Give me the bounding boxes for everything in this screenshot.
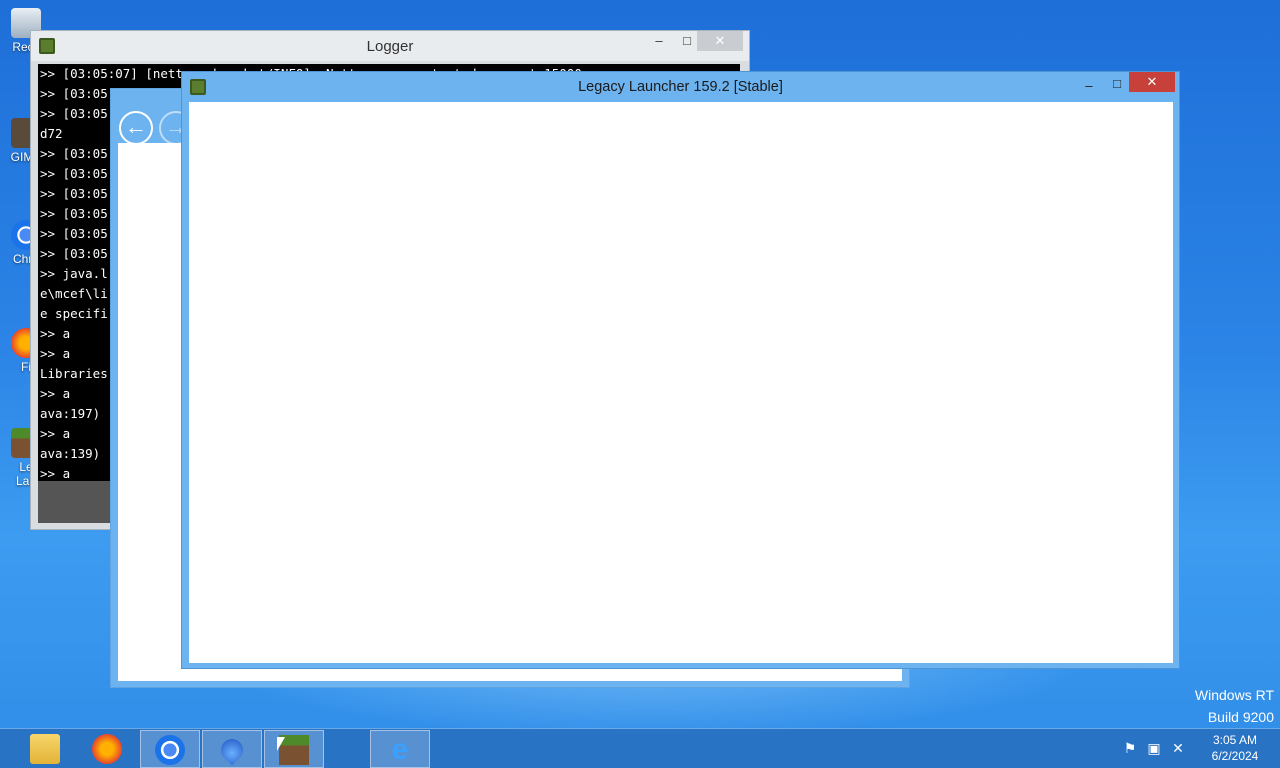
taskbar-internet-explorer[interactable]: e bbox=[370, 730, 430, 768]
folder-icon bbox=[30, 734, 60, 764]
taskbar-minecraft-launcher[interactable] bbox=[264, 730, 324, 768]
volume-muted-icon[interactable]: ✕ bbox=[1170, 740, 1186, 756]
launcher-title: Legacy Launcher 159.2 [Stable] bbox=[578, 79, 783, 95]
launcher-maximize-button[interactable]: □ bbox=[1103, 74, 1131, 94]
clock-date: 6/2/2024 bbox=[1211, 749, 1259, 763]
chrome-icon bbox=[155, 735, 185, 765]
taskbar-water-drop-app[interactable] bbox=[202, 730, 262, 768]
taskbar-firefox[interactable] bbox=[78, 730, 138, 768]
water-drop-icon bbox=[216, 734, 248, 766]
logger-titlebar[interactable]: Logger – □ ✕ bbox=[31, 31, 749, 61]
taskbar-file-explorer[interactable] bbox=[16, 730, 76, 768]
clock-time: 3:05 AM bbox=[1212, 733, 1258, 747]
network-icon[interactable]: ▣ bbox=[1146, 740, 1162, 756]
launcher-content-area[interactable] bbox=[189, 102, 1173, 663]
firefox-icon bbox=[92, 734, 122, 764]
windows-watermark: Windows RT Build 9200 bbox=[1195, 684, 1274, 728]
taskbar: e bbox=[0, 728, 1280, 768]
logger-close-button[interactable]: ✕ bbox=[697, 31, 743, 51]
legacy-launcher-window[interactable]: Legacy Launcher 159.2 [Stable] – □ ✕ bbox=[181, 71, 1180, 669]
action-center-flag-icon[interactable]: ⚑ bbox=[1122, 740, 1138, 756]
taskbar-chrome[interactable] bbox=[140, 730, 200, 768]
watermark-edition: Windows RT bbox=[1194, 687, 1274, 703]
back-arrow-icon[interactable]: ← bbox=[119, 111, 153, 145]
launcher-minimize-button[interactable]: – bbox=[1075, 76, 1103, 96]
logger-minimize-button[interactable]: – bbox=[645, 31, 673, 51]
mouse-cursor-icon bbox=[277, 737, 285, 751]
launcher-titlebar[interactable]: Legacy Launcher 159.2 [Stable] – □ ✕ bbox=[182, 72, 1179, 102]
launcher-close-button[interactable]: ✕ bbox=[1129, 72, 1175, 92]
taskbar-clock[interactable]: 3:05 AM 6/2/2024 bbox=[1200, 732, 1270, 764]
watermark-build: Build 9200 bbox=[1207, 709, 1274, 725]
internet-explorer-icon: e bbox=[391, 733, 409, 766]
logger-title: Logger bbox=[366, 38, 414, 55]
